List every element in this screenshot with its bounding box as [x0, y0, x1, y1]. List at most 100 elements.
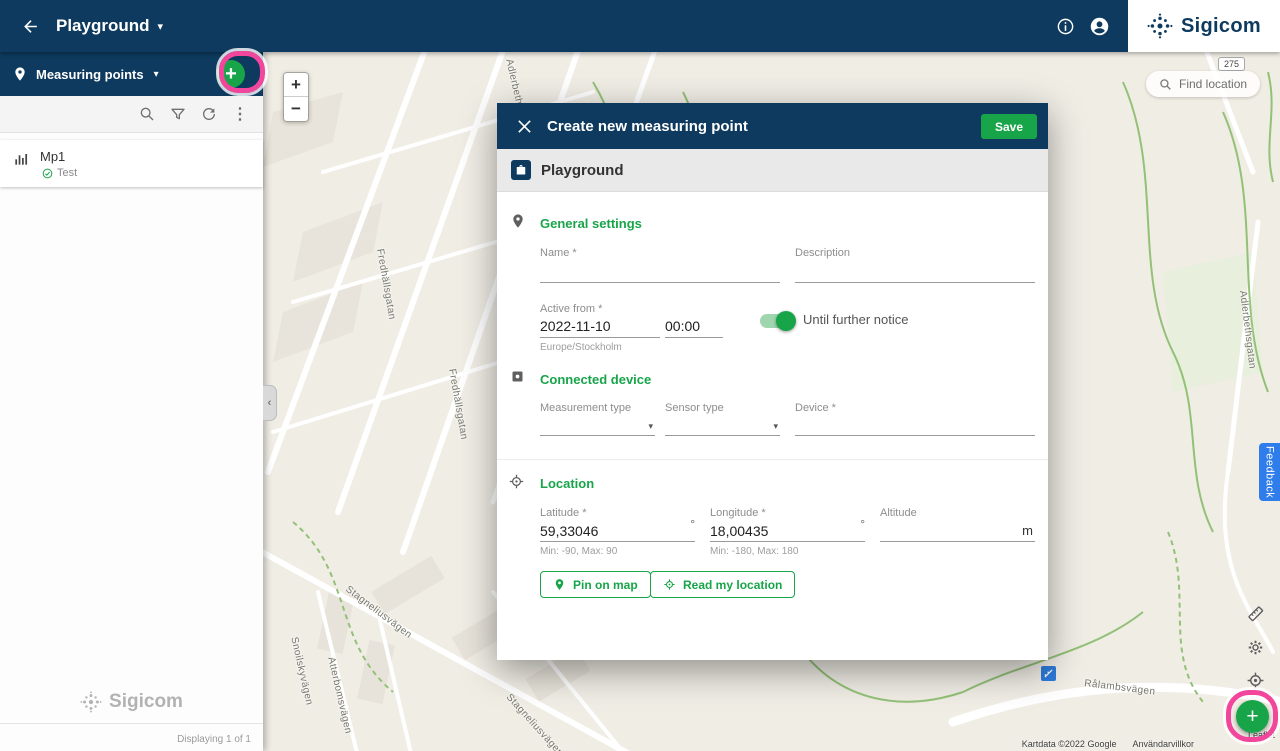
sensor-type-select[interactable]: Sensor type ▾ [665, 402, 780, 442]
active-from-time-field[interactable]: 00:00 [665, 303, 723, 343]
measurement-type-select[interactable]: Measurement type ▾ [540, 402, 655, 442]
terms-link[interactable]: Användarvillkor [1132, 739, 1194, 749]
ruler-icon[interactable] [1244, 602, 1266, 624]
sidebar-brand: Sigicom [0, 691, 263, 713]
degree-unit: ° [690, 517, 695, 531]
altitude-field[interactable]: Altitude m [880, 507, 1035, 559]
create-measuring-point-dialog: Create new measuring point Save Playgrou… [497, 103, 1048, 660]
zoom-out-button[interactable]: − [284, 97, 308, 121]
zoom-control: + − [283, 72, 309, 122]
sigicom-logo-icon [80, 691, 102, 713]
degree-unit: ° [860, 517, 865, 531]
description-field[interactable]: Description [795, 247, 1035, 287]
filter-icon[interactable] [169, 105, 187, 123]
sensor-type-label: Sensor type [665, 402, 724, 414]
device-label: Device * [795, 402, 836, 414]
brand-name: Sigicom [1181, 15, 1261, 38]
dialog-title: Create new measuring point [547, 118, 748, 135]
account-icon[interactable] [1082, 9, 1116, 43]
info-icon[interactable] [1048, 9, 1082, 43]
leaflet-credit[interactable]: Leaflet [1248, 730, 1275, 740]
sidebar-header: Measuring points ▾ + [0, 52, 263, 96]
back-button[interactable] [12, 8, 48, 44]
project-title[interactable]: Playground [56, 16, 150, 36]
latitude-label: Latitude * [540, 507, 586, 519]
close-icon[interactable] [507, 109, 541, 143]
longitude-label: Longitude * [710, 507, 766, 519]
dialog-header: Create new measuring point Save [497, 103, 1048, 149]
find-location-label: Find location [1179, 77, 1247, 91]
measuring-point-icon [12, 66, 28, 82]
kebab-menu-icon[interactable]: ⋮ [231, 105, 249, 123]
longitude-field[interactable]: Longitude * 18,00435 ° Min: -180, Max: 1… [710, 507, 865, 559]
latitude-field[interactable]: Latitude * 59,33046 ° Min: -90, Max: 90 [540, 507, 695, 559]
read-my-location-label: Read my location [683, 578, 782, 592]
active-from-date-value: 2022-11-10 [540, 318, 611, 334]
map-attribution: Kartdata ©2022 Google Användarvillkor [1022, 739, 1194, 749]
check-circle-icon [42, 168, 53, 179]
refresh-icon[interactable] [200, 105, 218, 123]
zoom-in-button[interactable]: + [284, 73, 308, 97]
altitude-unit: m [1022, 523, 1033, 538]
sidebar-toolbar: ⋮ [0, 96, 263, 133]
crosshair-icon [508, 473, 525, 490]
gear-icon[interactable] [1244, 636, 1266, 658]
add-measuring-point-button[interactable]: + [217, 60, 245, 88]
connected-device-heading: Connected device [540, 372, 651, 387]
longitude-hint: Min: -180, Max: 180 [710, 546, 798, 557]
project-dropdown-caret[interactable]: ▾ [158, 20, 164, 33]
dialog-project-name: Playground [541, 162, 624, 179]
divider [497, 459, 1048, 460]
latitude-value: 59,33046 [540, 523, 598, 539]
list-item-mp1[interactable]: Mp1 Test [0, 140, 263, 187]
latitude-hint: Min: -90, Max: 90 [540, 546, 617, 557]
save-button[interactable]: Save [981, 114, 1037, 139]
sidebar-dropdown-caret[interactable]: ▾ [154, 69, 159, 80]
timezone-hint: Europe/Stockholm [540, 342, 622, 353]
measuring-point-name: Mp1 [40, 149, 77, 164]
map-copyright: Kartdata ©2022 Google [1022, 739, 1117, 749]
name-label: Name * [540, 247, 577, 259]
active-from-label: Active from * [540, 303, 602, 315]
map-measure-icon[interactable] [1041, 666, 1056, 681]
until-further-notice-label: Until further notice [803, 312, 909, 327]
device-icon [510, 369, 525, 384]
sidebar-brand-name: Sigicom [109, 691, 183, 713]
active-from-field[interactable]: Active from * 2022-11-10 Europe/Stockhol… [540, 303, 660, 351]
pin-on-map-button[interactable]: Pin on map [540, 571, 651, 598]
road-number-badge: 275 [1218, 57, 1245, 71]
measuring-point-status: Test [57, 167, 77, 179]
find-location-button[interactable]: Find location [1146, 71, 1260, 97]
search-icon[interactable] [138, 105, 156, 123]
pin-icon [553, 578, 566, 591]
name-field[interactable]: Name * [540, 247, 780, 287]
displaying-count: Displaying 1 of 1 [177, 734, 251, 745]
crosshair-icon [663, 578, 676, 591]
project-icon [511, 160, 531, 180]
device-field[interactable]: Device * [795, 402, 1035, 442]
sidebar: Measuring points ▾ + ⋮ Mp1 [0, 52, 263, 751]
active-from-time-value: 00:00 [665, 318, 700, 334]
my-location-icon[interactable] [1244, 669, 1266, 691]
chevron-down-icon: ▾ [648, 421, 653, 432]
pin-on-map-label: Pin on map [573, 578, 638, 592]
measurement-type-label: Measurement type [540, 402, 631, 414]
map-add-fab[interactable]: + [1236, 700, 1269, 733]
topbar: Playground ▾ Sigicom [0, 0, 1280, 52]
divider [0, 723, 263, 724]
chevron-down-icon: ▾ [773, 421, 778, 432]
location-heading: Location [540, 476, 594, 491]
brand-logo: Sigicom [1128, 0, 1280, 52]
search-icon [1159, 78, 1172, 91]
altitude-label: Altitude [880, 507, 917, 519]
dialog-subheader: Playground [497, 149, 1048, 192]
sigicom-logo-icon [1147, 13, 1173, 39]
general-settings-heading: General settings [540, 216, 642, 231]
read-my-location-button[interactable]: Read my location [650, 571, 795, 598]
until-further-notice-toggle[interactable] [760, 314, 794, 328]
sidebar-collapse-handle[interactable]: ‹ [263, 385, 277, 421]
sidebar-title[interactable]: Measuring points [36, 67, 144, 82]
description-label: Description [795, 247, 850, 259]
pin-icon [510, 213, 526, 229]
feedback-tab[interactable]: Feedback [1259, 443, 1280, 501]
